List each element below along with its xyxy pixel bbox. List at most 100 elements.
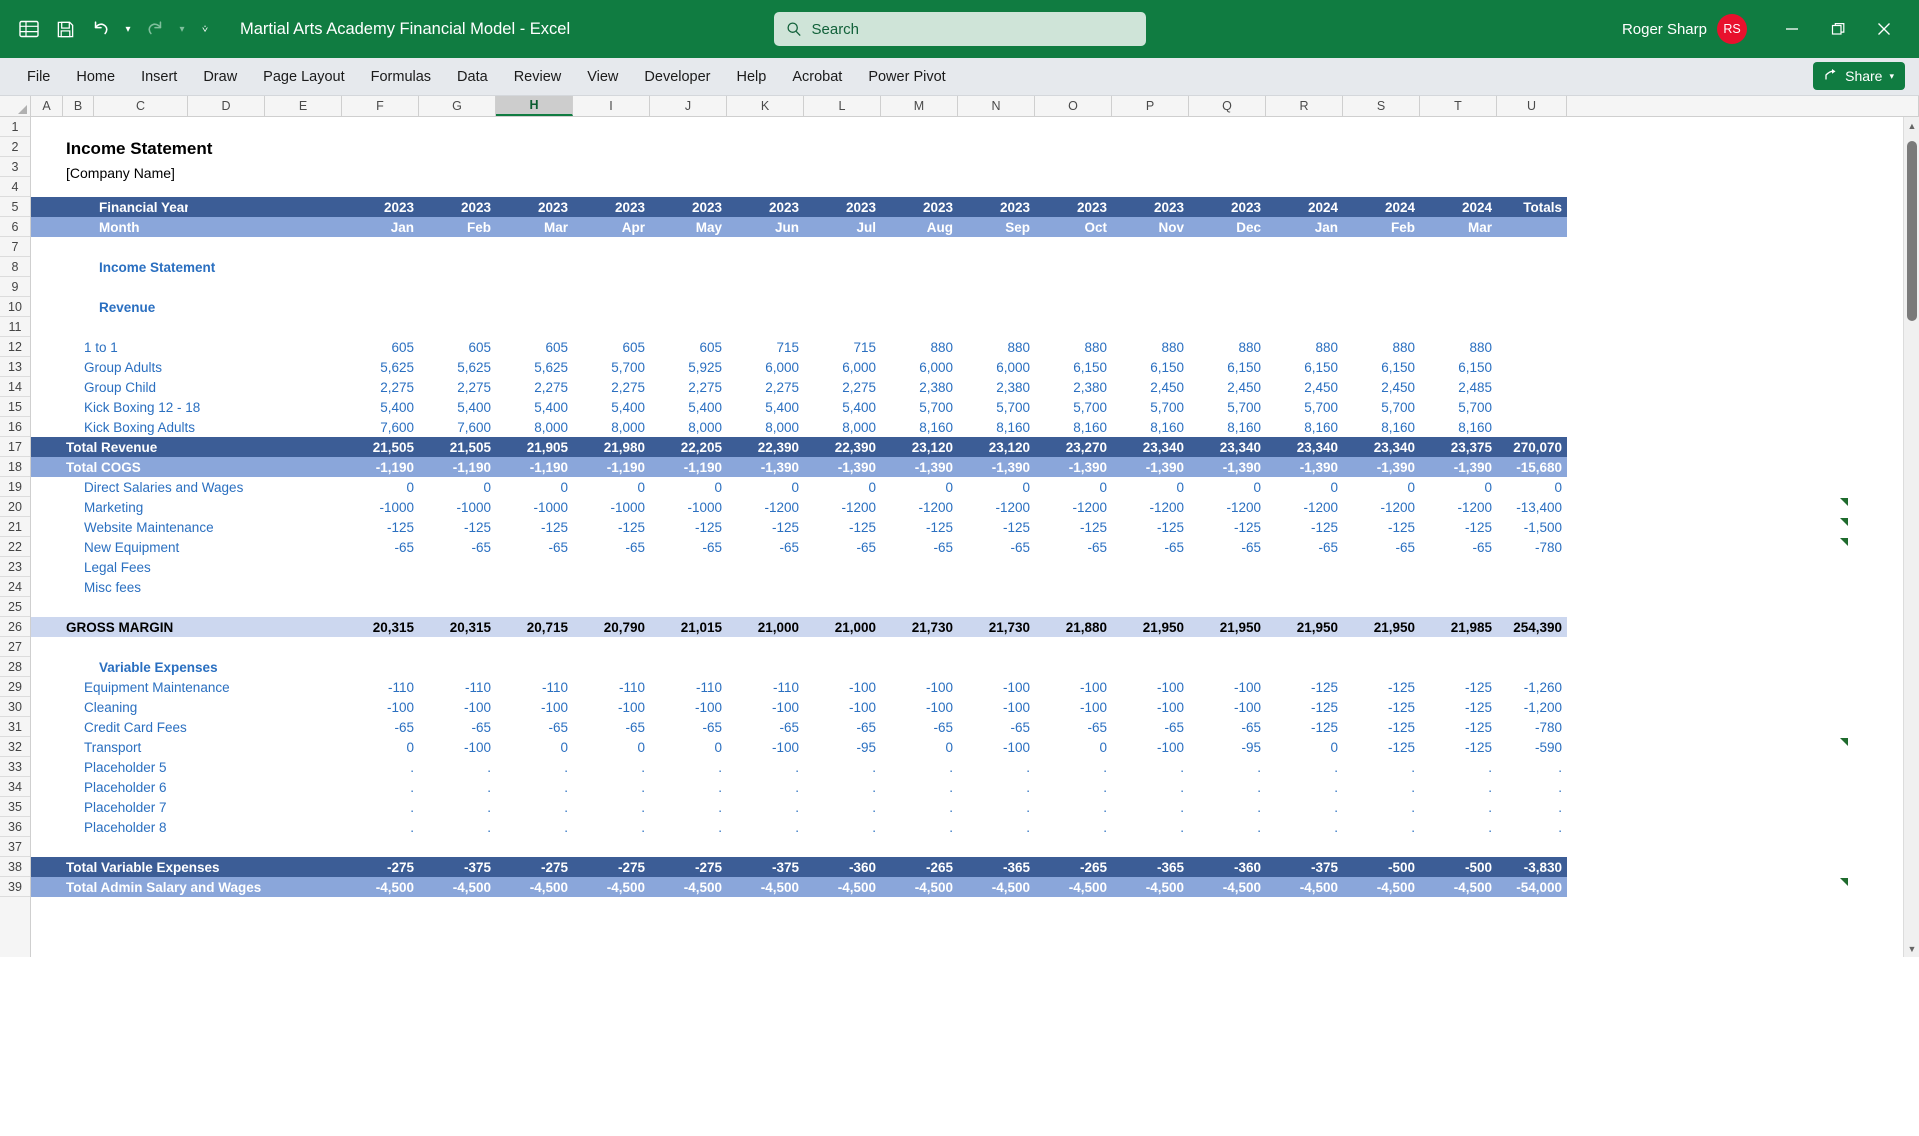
section-heading-revenue[interactable]: Revenue	[94, 297, 354, 317]
cell-r18-c12[interactable]: -1,390	[1266, 457, 1343, 477]
cell-r34-c0[interactable]: .	[342, 777, 419, 797]
cell-r34-c8[interactable]: .	[958, 777, 1035, 797]
cell-r24-c11[interactable]	[1189, 577, 1266, 597]
cell-r23-c7[interactable]	[881, 557, 958, 577]
cell-r23-c9[interactable]	[1035, 557, 1112, 577]
cell-r19-c0[interactable]: 0	[342, 477, 419, 497]
save-icon[interactable]	[48, 12, 82, 46]
cell-r38-c14[interactable]: -500	[1420, 857, 1497, 877]
cell-r31-c0[interactable]: -65	[342, 717, 419, 737]
cell-r18-c8[interactable]: -1,390	[958, 457, 1035, 477]
cell-r14-c6[interactable]: 2,275	[804, 377, 881, 397]
cell-r27-c3[interactable]	[573, 637, 650, 657]
cell-r36-c13[interactable]: .	[1343, 817, 1420, 837]
grid-row-31[interactable]: Credit Card Fees -65 -65 -65 -65 -65 -65 -65 -65…	[31, 717, 1919, 737]
column-header-f[interactable]: F	[342, 96, 419, 116]
cell-r16-c9[interactable]: 8,160	[1035, 417, 1112, 437]
grid-row-21[interactable]: Website Maintenance -125 -125 -125 -125 -125-…	[31, 517, 1919, 537]
cell-r38-c3[interactable]: -275	[573, 857, 650, 877]
cell-r14-c8[interactable]: 2,380	[958, 377, 1035, 397]
cell-r23-c13[interactable]	[1343, 557, 1420, 577]
cell-r37-c8[interactable]	[958, 837, 1035, 857]
cell-r22-c0[interactable]: -65	[342, 537, 419, 557]
cell-r25-c1[interactable]	[419, 597, 496, 617]
column-header-a[interactable]: A	[31, 96, 63, 116]
cell-r14-c5[interactable]: 2,275	[727, 377, 804, 397]
cell-r18-c0[interactable]: -1,190	[342, 457, 419, 477]
cell-r29-c3[interactable]: -110	[573, 677, 650, 697]
row-label-13[interactable]: Group Adults	[79, 357, 342, 377]
row-header-37[interactable]: 37	[0, 837, 30, 857]
row-label-39[interactable]: Total Admin Salary and Wages	[61, 877, 342, 897]
cell-r12-c4[interactable]: 605	[650, 337, 727, 357]
cell-r34-c2[interactable]: .	[496, 777, 573, 797]
cell-r21-c9[interactable]: -125	[1035, 517, 1112, 537]
row-label-27[interactable]	[61, 637, 342, 657]
cell-r17-c9[interactable]: 23,270	[1035, 437, 1112, 457]
cell-r19-c13[interactable]: 0	[1343, 477, 1420, 497]
cell-r15-c8[interactable]: 5,700	[958, 397, 1035, 417]
cell-r37-c13[interactable]	[1343, 837, 1420, 857]
cell-r24-c2[interactable]	[496, 577, 573, 597]
cell-r29-c6[interactable]: -100	[804, 677, 881, 697]
cell-r17-c13[interactable]: 23,340	[1343, 437, 1420, 457]
cell-r22-c5[interactable]: -65	[727, 537, 804, 557]
minimize-icon[interactable]	[1769, 9, 1815, 49]
cell-r14-c10[interactable]: 2,450	[1112, 377, 1189, 397]
cell-r39-c7[interactable]: -4,500	[881, 877, 958, 897]
grid-row-28[interactable]: Variable Expenses	[31, 657, 1919, 677]
grid-row-6[interactable]: Month Jan Feb Mar Apr May Jun Jul Aug Sep Oct Nov De…	[31, 217, 1919, 237]
cell-r33-c2[interactable]: .	[496, 757, 573, 777]
cell-r18-c9[interactable]: -1,390	[1035, 457, 1112, 477]
cell-r21-c3[interactable]: -125	[573, 517, 650, 537]
cell-r18-c3[interactable]: -1,190	[573, 457, 650, 477]
month-header-2[interactable]: Mar	[496, 217, 573, 237]
cell-r21-c6[interactable]: -125	[804, 517, 881, 537]
header-blank-e[interactable]	[265, 197, 342, 217]
cell-r16-c11[interactable]: 8,160	[1189, 417, 1266, 437]
cell-r23-c1[interactable]	[419, 557, 496, 577]
cell-r32-c8[interactable]: -100	[958, 737, 1035, 757]
cell-r15-total[interactable]	[1497, 397, 1567, 417]
excel-icon[interactable]	[12, 12, 46, 46]
cell-r32-c2[interactable]: 0	[496, 737, 573, 757]
cell-r25-c14[interactable]	[1420, 597, 1497, 617]
cell-r32-c6[interactable]: -95	[804, 737, 881, 757]
cell-r21-c12[interactable]: -125	[1266, 517, 1343, 537]
grid-row-3[interactable]	[31, 157, 1919, 177]
row-label-15[interactable]: Kick Boxing 12 - 18	[79, 397, 342, 417]
cell-r14-c1[interactable]: 2,275	[419, 377, 496, 397]
cell-r14-c3[interactable]: 2,275	[573, 377, 650, 397]
cell-r31-c9[interactable]: -65	[1035, 717, 1112, 737]
column-header-i[interactable]: I	[573, 96, 650, 116]
cell-r14-c11[interactable]: 2,450	[1189, 377, 1266, 397]
row-header-36[interactable]: 36	[0, 817, 30, 837]
cell-r22-c7[interactable]: -65	[881, 537, 958, 557]
cell-r31-c2[interactable]: -65	[496, 717, 573, 737]
cell-r21-c10[interactable]: -125	[1112, 517, 1189, 537]
redo-dropdown-icon[interactable]: ▾	[174, 12, 190, 46]
grid-row-33[interactable]: Placeholder 5................	[31, 757, 1919, 777]
cell-r29-c1[interactable]: -110	[419, 677, 496, 697]
grid-row-27[interactable]	[31, 637, 1919, 657]
financial-year-label[interactable]: Financial Year	[94, 197, 188, 217]
cell-r26-c3[interactable]: 20,790	[573, 617, 650, 637]
grid-row-4[interactable]	[31, 177, 1919, 197]
cell-r20-c11[interactable]: -1200	[1189, 497, 1266, 517]
cell-r36-c7[interactable]: .	[881, 817, 958, 837]
cell-r37-c12[interactable]	[1266, 837, 1343, 857]
cell-r38-c4[interactable]: -275	[650, 857, 727, 877]
grid-row-17[interactable]: Total Revenue 21,505 21,505 21,905 21,980 22,…	[31, 437, 1919, 457]
ribbon-tab-home[interactable]: Home	[63, 65, 128, 89]
cell-r25-c2[interactable]	[496, 597, 573, 617]
cell-r24-c10[interactable]	[1112, 577, 1189, 597]
ribbon-tab-formulas[interactable]: Formulas	[358, 65, 444, 89]
cell-r12-c13[interactable]: 880	[1343, 337, 1420, 357]
cell-r31-c10[interactable]: -65	[1112, 717, 1189, 737]
cell-r15-c11[interactable]: 5,700	[1189, 397, 1266, 417]
cell-r37-c1[interactable]	[419, 837, 496, 857]
cell-r31-c8[interactable]: -65	[958, 717, 1035, 737]
cell-r33-c5[interactable]: .	[727, 757, 804, 777]
cell-r22-c4[interactable]: -65	[650, 537, 727, 557]
grid-row-11[interactable]	[31, 317, 1919, 337]
